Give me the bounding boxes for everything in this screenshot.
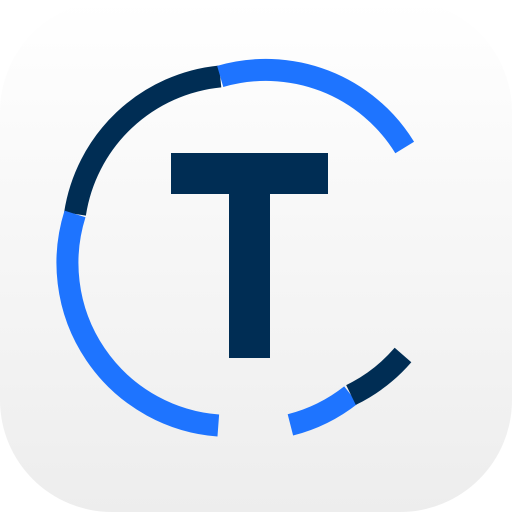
app-icon[interactable] <box>0 0 512 512</box>
t-stem <box>229 153 270 358</box>
